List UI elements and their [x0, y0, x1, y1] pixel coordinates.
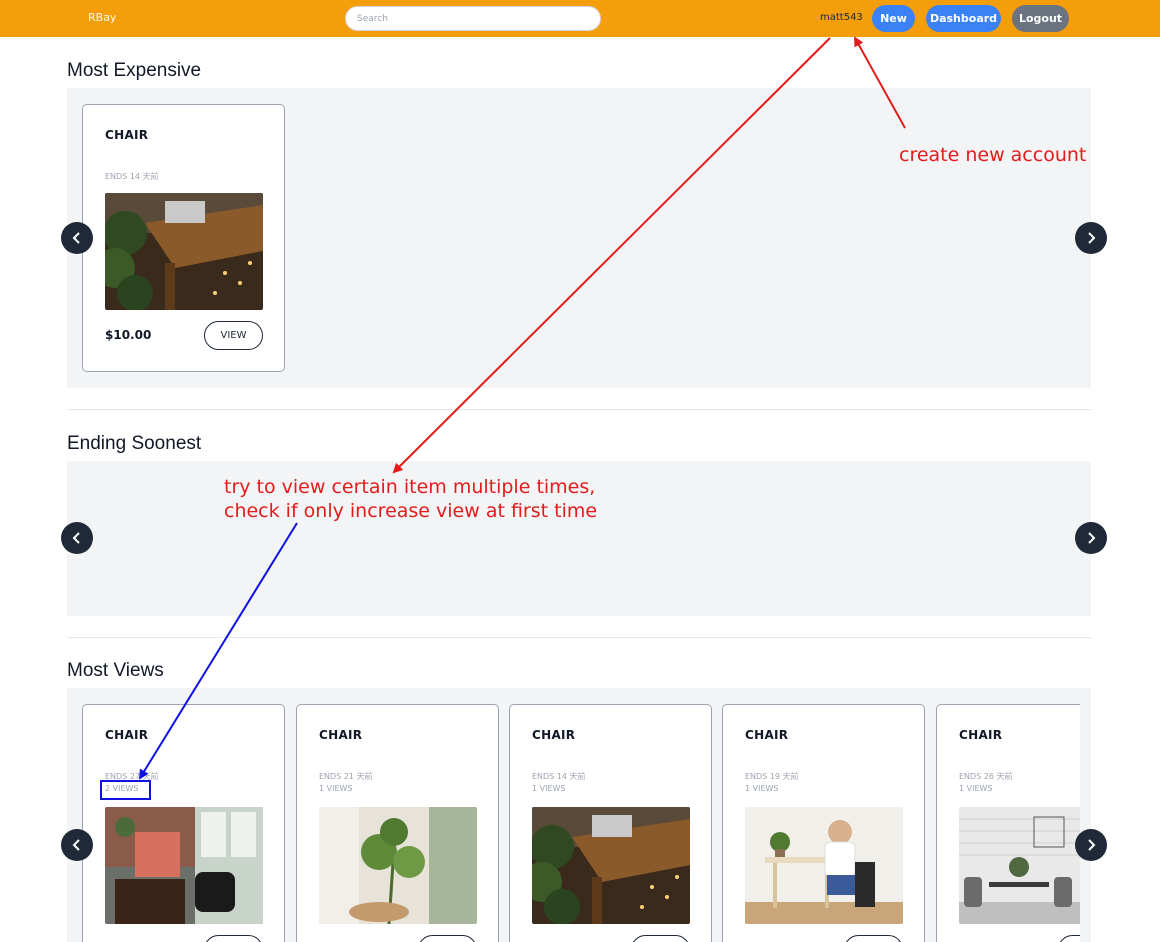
annotation-create-account: create new account — [899, 144, 1087, 166]
section-divider — [67, 409, 1091, 410]
top-navbar: RBay matt543 New Dashboard Logout — [0, 0, 1160, 37]
card-image[interactable] — [319, 807, 477, 924]
carousel-prev-button[interactable] — [61, 222, 93, 254]
section-title-most-views: Most Views — [67, 660, 164, 681]
card-title: CHAIR — [105, 728, 149, 742]
card-views: 1 VIEWS — [319, 784, 353, 793]
carousel-prev-button[interactable] — [61, 522, 93, 554]
carousel-next-button[interactable] — [1075, 829, 1107, 861]
card-title: CHAIR — [105, 128, 149, 142]
view-button[interactable] — [204, 935, 263, 942]
item-card: CHAIR ENDS 26 天前 1 VIEWS — [936, 704, 1091, 942]
chevron-left-icon — [72, 532, 80, 544]
carousel-next-button[interactable] — [1075, 522, 1107, 554]
chevron-right-icon — [1088, 839, 1096, 851]
card-title: CHAIR — [745, 728, 789, 742]
chevron-left-icon — [72, 839, 80, 851]
card-views: 1 VIEWS — [532, 784, 566, 793]
carousel-most-views: CHAIR ENDS 27 天前 2 VIEWS CHAIR ENDS 21 天… — [67, 688, 1091, 942]
section-divider — [67, 637, 1091, 638]
new-button[interactable]: New — [872, 5, 915, 32]
card-views: 2 VIEWS — [105, 784, 139, 793]
annotation-views-line1: try to view certain item multiple times, — [224, 476, 596, 498]
card-title: CHAIR — [532, 728, 576, 742]
view-button[interactable] — [418, 935, 477, 942]
card-image[interactable] — [532, 807, 690, 924]
brand-logo[interactable]: RBay — [88, 11, 116, 24]
item-card: CHAIR ENDS 27 天前 2 VIEWS — [82, 704, 285, 942]
card-image[interactable] — [105, 807, 263, 924]
card-image[interactable] — [745, 807, 903, 924]
card-ends: ENDS 27 天前 — [105, 772, 159, 781]
dashboard-button[interactable]: Dashboard — [926, 5, 1001, 32]
chevron-right-icon — [1088, 232, 1096, 244]
card-price: $10.00 — [105, 328, 152, 342]
item-card: CHAIR ENDS 14 天前 $10.00 VIEW — [82, 104, 285, 372]
logout-button[interactable]: Logout — [1012, 5, 1069, 32]
username-label[interactable]: matt543 — [820, 12, 863, 23]
carousel-clip — [1080, 700, 1091, 942]
card-ends: ENDS 19 天前 — [745, 772, 799, 781]
section-title-ending-soonest: Ending Soonest — [67, 433, 202, 454]
item-card: CHAIR ENDS 19 天前 1 VIEWS — [722, 704, 925, 942]
card-ends: ENDS 14 天前 — [105, 172, 159, 181]
carousel-most-expensive: CHAIR ENDS 14 天前 $10.00 VIEW — [67, 88, 1091, 388]
view-button[interactable] — [631, 935, 690, 942]
card-image[interactable] — [959, 807, 1091, 924]
view-button[interactable] — [844, 935, 903, 942]
item-card: CHAIR ENDS 14 天前 1 VIEWS — [509, 704, 712, 942]
card-image[interactable] — [105, 193, 263, 310]
carousel-next-button[interactable] — [1075, 222, 1107, 254]
card-ends: ENDS 14 天前 — [532, 772, 586, 781]
annotation-views-line2: check if only increase view at first tim… — [224, 500, 598, 522]
card-views: 1 VIEWS — [959, 784, 993, 793]
chevron-left-icon — [72, 232, 80, 244]
card-views: 1 VIEWS — [745, 784, 779, 793]
card-ends: ENDS 26 天前 — [959, 772, 1013, 781]
chevron-right-icon — [1088, 532, 1096, 544]
card-ends: ENDS 21 天前 — [319, 772, 373, 781]
carousel-prev-button[interactable] — [61, 829, 93, 861]
section-title-most-expensive: Most Expensive — [67, 60, 202, 81]
item-card: CHAIR ENDS 21 天前 1 VIEWS — [296, 704, 499, 942]
view-button[interactable]: VIEW — [204, 321, 263, 350]
card-title: CHAIR — [959, 728, 1003, 742]
search-input[interactable] — [345, 6, 601, 31]
card-title: CHAIR — [319, 728, 363, 742]
